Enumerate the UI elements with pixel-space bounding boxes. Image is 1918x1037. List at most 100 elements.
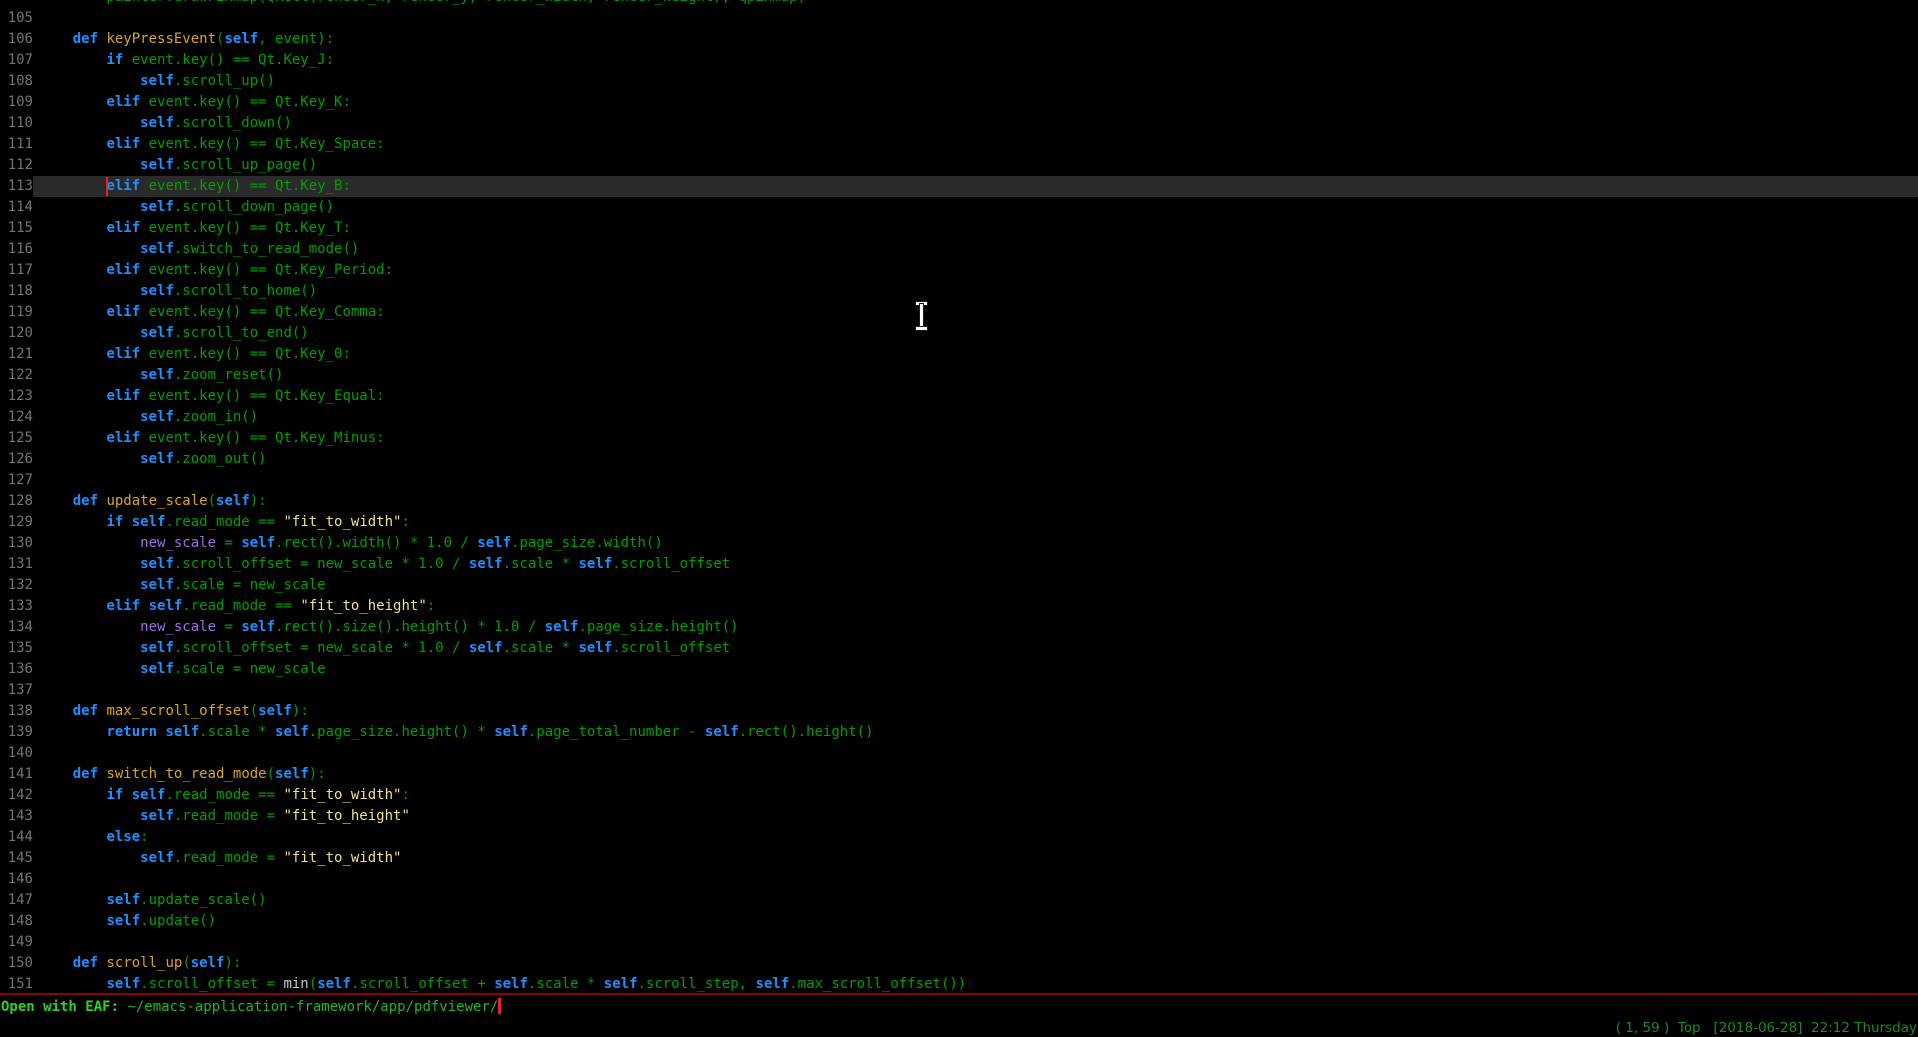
line-number: 130	[0, 533, 33, 554]
code-line[interactable]: 142 if self.read_mode == "fit_to_width":	[0, 785, 1918, 806]
code-line[interactable]: 128 def update_scale(self):	[0, 491, 1918, 512]
editor-buffer[interactable]: painter.drawPixmap(QRect(render_x, rende…	[0, 0, 1918, 993]
line-number	[0, 0, 33, 8]
code-line[interactable]: 135 self.scroll_offset = new_scale * 1.0…	[0, 638, 1918, 659]
line-number: 144	[0, 827, 33, 848]
line-number: 105	[0, 8, 33, 29]
code-line[interactable]: 124 self.zoom_in()	[0, 407, 1918, 428]
line-number: 127	[0, 470, 33, 491]
code-line[interactable]: 105	[0, 8, 1918, 29]
line-number: 131	[0, 554, 33, 575]
emacs-frame: { "colors": { "background": "#000000", "…	[0, 0, 1918, 1037]
line-number: 117	[0, 260, 33, 281]
line-number: 123	[0, 386, 33, 407]
code-line[interactable]: 132 self.scale = new_scale	[0, 575, 1918, 596]
line-number: 129	[0, 512, 33, 533]
text-caret	[106, 177, 108, 196]
code-line[interactable]: 120 self.scroll_to_end()	[0, 323, 1918, 344]
code-line[interactable]: 130 new_scale = self.rect().width() * 1.…	[0, 533, 1918, 554]
line-number: 142	[0, 785, 33, 806]
code-line[interactable]: 129 if self.read_mode == "fit_to_width":	[0, 512, 1918, 533]
code-line[interactable]: 116 self.switch_to_read_mode()	[0, 239, 1918, 260]
code-line[interactable]: 140	[0, 743, 1918, 764]
code-line[interactable]: 144 else:	[0, 827, 1918, 848]
line-number: 125	[0, 428, 33, 449]
minibuffer-prompt: Open with EAF:	[1, 999, 127, 1015]
code-line[interactable]: 127	[0, 470, 1918, 491]
code-line[interactable]: 119 elif event.key() == Qt.Key_Comma:	[0, 302, 1918, 323]
code-line[interactable]: 149	[0, 932, 1918, 953]
code-line[interactable]: 114 self.scroll_down_page()	[0, 197, 1918, 218]
code-line[interactable]: 106 def keyPressEvent(self, event):	[0, 29, 1918, 50]
line-number: 122	[0, 365, 33, 386]
code-line[interactable]: 136 self.scale = new_scale	[0, 659, 1918, 680]
line-number: 151	[0, 974, 33, 993]
line-number: 112	[0, 155, 33, 176]
code-line[interactable]: 115 elif event.key() == Qt.Key_T:	[0, 218, 1918, 239]
code-line[interactable]: 141 def switch_to_read_mode(self):	[0, 764, 1918, 785]
code-line[interactable]: 147 self.update_scale()	[0, 890, 1918, 911]
code-line[interactable]: 148 self.update()	[0, 911, 1918, 932]
code-line[interactable]: 123 elif event.key() == Qt.Key_Equal:	[0, 386, 1918, 407]
code-line[interactable]: 121 elif event.key() == Qt.Key_0:	[0, 344, 1918, 365]
code-line[interactable]: 138 def max_scroll_offset(self):	[0, 701, 1918, 722]
line-number: 120	[0, 323, 33, 344]
code-line[interactable]: 107 if event.key() == Qt.Key_J:	[0, 50, 1918, 71]
line-number: 148	[0, 911, 33, 932]
code-line[interactable]: 111 elif event.key() == Qt.Key_Space:	[0, 134, 1918, 155]
line-number: 126	[0, 449, 33, 470]
line-number: 147	[0, 890, 33, 911]
code-line[interactable]: 126 self.zoom_out()	[0, 449, 1918, 470]
line-number: 111	[0, 134, 33, 155]
line-number: 136	[0, 659, 33, 680]
code-line[interactable]: 118 self.scroll_to_home()	[0, 281, 1918, 302]
line-number: 110	[0, 113, 33, 134]
line-number: 113	[0, 176, 33, 197]
minibuffer[interactable]: Open with EAF: ~/emacs-application-frame…	[1, 998, 501, 1018]
line-number: 128	[0, 491, 33, 512]
code-line[interactable]: 112 self.scroll_up_page()	[0, 155, 1918, 176]
code-line[interactable]: 109 elif event.key() == Qt.Key_K:	[0, 92, 1918, 113]
code-line[interactable]: 108 self.scroll_up()	[0, 71, 1918, 92]
code-line[interactable]: 133 elif self.read_mode == "fit_to_heigh…	[0, 596, 1918, 617]
line-number: 149	[0, 932, 33, 953]
line-number: 114	[0, 197, 33, 218]
code-line[interactable]: 143 self.read_mode = "fit_to_height"	[0, 806, 1918, 827]
code-line[interactable]: 110 self.scroll_down()	[0, 113, 1918, 134]
status-tray: ( 1, 59 ) Top [2018-06-28] 22:12 Thursda…	[1616, 1020, 1917, 1036]
line-number: 109	[0, 92, 33, 113]
line-number: 145	[0, 848, 33, 869]
code-line[interactable]: 151 self.scroll_offset = min(self.scroll…	[0, 974, 1918, 993]
code-line[interactable]: 131 self.scroll_offset = new_scale * 1.0…	[0, 554, 1918, 575]
line-number: 133	[0, 596, 33, 617]
mode-line	[0, 993, 1918, 995]
line-number: 121	[0, 344, 33, 365]
line-number: 115	[0, 218, 33, 239]
code-line[interactable]: painter.drawPixmap(QRect(render_x, rende…	[0, 0, 1918, 8]
minibuffer-caret	[498, 998, 501, 1014]
mouse-ibeam-cursor	[915, 302, 929, 330]
line-number: 124	[0, 407, 33, 428]
code-line[interactable]: 146	[0, 869, 1918, 890]
minibuffer-input[interactable]: ~/emacs-application-framework/app/pdfvie…	[127, 999, 498, 1015]
code-line[interactable]: 117 elif event.key() == Qt.Key_Period:	[0, 260, 1918, 281]
line-number: 146	[0, 869, 33, 890]
line-number: 135	[0, 638, 33, 659]
line-number: 140	[0, 743, 33, 764]
code-line[interactable]: 122 self.zoom_reset()	[0, 365, 1918, 386]
line-number: 138	[0, 701, 33, 722]
line-number: 143	[0, 806, 33, 827]
line-number: 107	[0, 50, 33, 71]
code-line[interactable]: 125 elif event.key() == Qt.Key_Minus:	[0, 428, 1918, 449]
code-line[interactable]: 145 self.read_mode = "fit_to_width"	[0, 848, 1918, 869]
code-line[interactable]: 113 elif event.key() == Qt.Key_B:	[0, 176, 1918, 197]
code-line[interactable]: 134 new_scale = self.rect().size().heigh…	[0, 617, 1918, 638]
line-number: 139	[0, 722, 33, 743]
code-line[interactable]: 139 return self.scale * self.page_size.h…	[0, 722, 1918, 743]
line-number: 108	[0, 71, 33, 92]
line-number: 150	[0, 953, 33, 974]
line-number: 116	[0, 239, 33, 260]
line-number: 119	[0, 302, 33, 323]
code-line[interactable]: 150 def scroll_up(self):	[0, 953, 1918, 974]
code-line[interactable]: 137	[0, 680, 1918, 701]
